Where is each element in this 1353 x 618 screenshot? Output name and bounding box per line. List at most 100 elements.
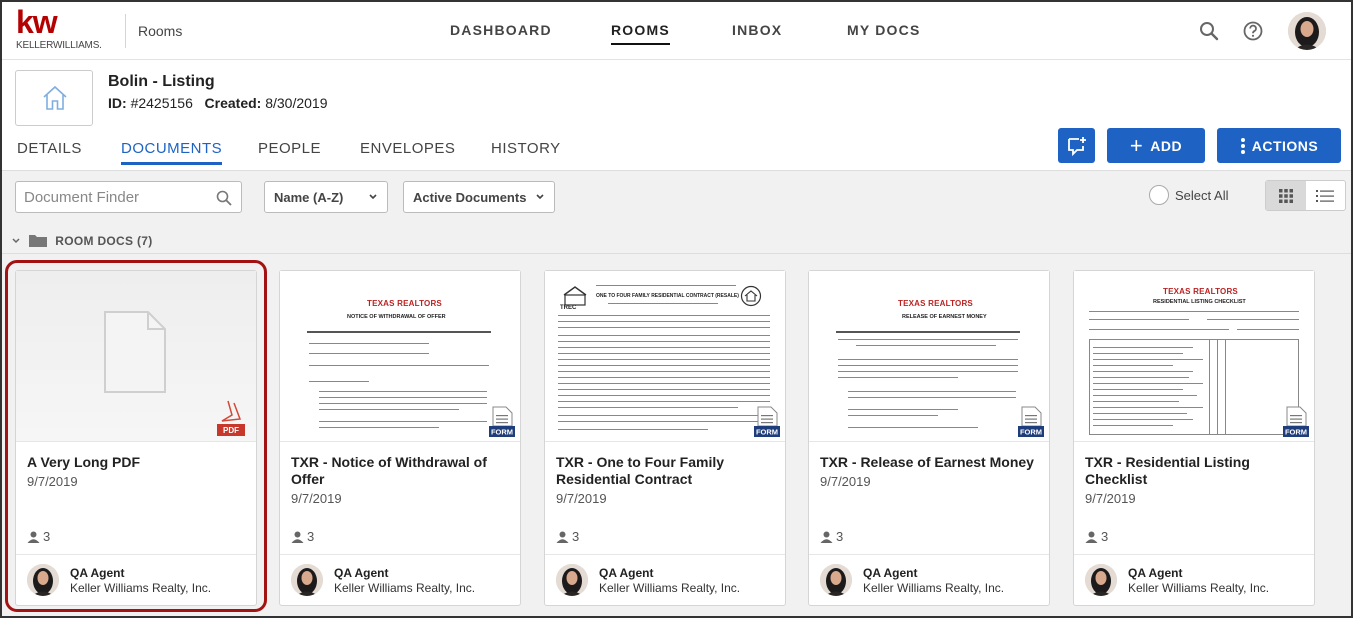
text-line [848, 397, 1016, 398]
tab-history[interactable]: HISTORY [491, 140, 561, 157]
text-line [1089, 319, 1189, 320]
text-line [558, 371, 770, 372]
agent-name: QA Agent [70, 566, 125, 580]
document-title: TXR - Release of Earnest Money [820, 454, 1034, 470]
document-logo-text: TEXAS REALTORS [1163, 287, 1238, 296]
document-preview: TEXAS REALTORS NOTICE OF WITHDRAWAL OF O… [280, 271, 520, 442]
rule [836, 331, 1020, 333]
document-people: 3 [27, 529, 50, 544]
text-line [1093, 395, 1197, 396]
text-line [838, 365, 1018, 366]
document-heading: RELEASE OF EARNEST MONEY [902, 314, 987, 320]
agent-avatar [27, 564, 59, 596]
document-date: 9/7/2019 [1085, 491, 1136, 506]
room-id-label: ID: [108, 95, 127, 111]
document-date: 9/7/2019 [556, 491, 607, 506]
add-button[interactable]: + ADD [1107, 128, 1205, 163]
form-icon: FORM [754, 406, 780, 437]
document-finder-input[interactable] [24, 187, 204, 207]
document-preview: PDF [16, 271, 256, 442]
search-icon[interactable] [1198, 20, 1220, 42]
document-title: A Very Long PDF [27, 454, 141, 470]
document-people: 3 [556, 529, 579, 544]
header-divider [125, 14, 126, 48]
text-line [1093, 413, 1187, 414]
document-people: 3 [1085, 529, 1108, 544]
text-line [558, 429, 708, 430]
document-card[interactable]: TEXAS REALTORS RELEASE OF EARNEST MONEY [808, 270, 1050, 606]
text-line [1093, 365, 1173, 366]
text-line [1089, 329, 1229, 330]
document-owner: QA Agent Keller Williams Realty, Inc. [16, 554, 256, 605]
text-line [558, 347, 770, 348]
sort-dropdown[interactable]: Name (A-Z) [264, 181, 388, 213]
text-line [1093, 419, 1193, 420]
agent-avatar [556, 564, 588, 596]
text-line [1093, 353, 1183, 354]
document-people-count: 3 [1101, 529, 1109, 544]
text-line [558, 407, 738, 408]
text-line [838, 371, 1018, 372]
document-date: 9/7/2019 [27, 474, 78, 489]
room-docs-group-header[interactable]: ROOM DOCS (7) [11, 233, 153, 248]
text-line [608, 303, 718, 304]
actions-button[interactable]: ACTIONS [1217, 128, 1341, 163]
user-avatar[interactable] [1288, 12, 1326, 50]
tab-people[interactable]: PEOPLE [258, 140, 321, 157]
nav-dashboard[interactable]: DASHBOARD [450, 22, 552, 38]
filter-dropdown[interactable]: Active Documents [403, 181, 555, 213]
text-line [319, 409, 459, 410]
top-navigation-bar: kw KELLERWILLIAMS. Rooms DASHBOARD ROOMS… [2, 2, 1351, 60]
tab-details[interactable]: DETAILS [17, 140, 82, 157]
form-icon: FORM [489, 406, 515, 437]
blank-document-icon [104, 311, 166, 393]
nav-my-docs[interactable]: MY DOCS [847, 22, 921, 38]
text-line [848, 409, 958, 410]
tab-documents[interactable]: DOCUMENTS [121, 140, 223, 165]
text-line [558, 377, 770, 378]
text-line [1093, 347, 1193, 348]
keller-williams-logo[interactable]: kw KELLERWILLIAMS. [16, 4, 116, 52]
room-title: Bolin - Listing [108, 73, 215, 90]
agent-company: Keller Williams Realty, Inc. [70, 581, 212, 595]
nav-inbox[interactable]: INBOX [732, 22, 782, 38]
agent-company: Keller Williams Realty, Inc. [599, 581, 741, 595]
text-line [558, 359, 770, 360]
select-all-label[interactable]: Select All [1175, 188, 1228, 203]
select-all-checkbox[interactable] [1149, 185, 1169, 205]
document-logo-text: TEXAS REALTORS [898, 299, 973, 308]
text-line [558, 389, 770, 390]
pdf-badge-label: PDF [223, 426, 239, 435]
document-date: 9/7/2019 [820, 474, 871, 489]
document-owner: QA Agent Keller Williams Realty, Inc. [1074, 554, 1314, 605]
text-line [596, 285, 736, 286]
chat-button[interactable] [1058, 128, 1095, 163]
search-icon[interactable] [215, 189, 233, 207]
text-line [838, 339, 1018, 340]
document-card[interactable]: PDF A Very Long PDF 9/7/2019 3 QA Agent … [15, 270, 257, 606]
text-line [838, 359, 1018, 360]
document-owner: QA Agent Keller Williams Realty, Inc. [280, 554, 520, 605]
document-card[interactable]: TREC ONE TO FOUR FAMILY RESIDENTIAL CONT… [544, 270, 786, 606]
grid-view-button[interactable] [1266, 181, 1306, 210]
text-line [1093, 359, 1203, 360]
text-line [1093, 377, 1189, 378]
list-view-button[interactable] [1306, 181, 1346, 210]
help-icon[interactable] [1242, 20, 1264, 42]
document-card[interactable]: TEXAS REALTORS RESIDENTIAL LISTING CHECK… [1073, 270, 1315, 606]
tab-envelopes[interactable]: ENVELOPES [360, 140, 455, 157]
document-people-count: 3 [572, 529, 580, 544]
text-line [856, 345, 996, 346]
equal-housing-icon [740, 285, 762, 307]
app-window: kw KELLERWILLIAMS. Rooms DASHBOARD ROOMS… [0, 0, 1353, 618]
agent-company: Keller Williams Realty, Inc. [863, 581, 1005, 595]
trec-logo-icon [563, 286, 587, 306]
document-thumbnail: TEXAS REALTORS RELEASE OF EARNEST MONEY [836, 279, 1020, 439]
grid-icon [1278, 188, 1293, 203]
document-people-count: 3 [836, 529, 844, 544]
document-logo-text: TREC [560, 305, 577, 311]
nav-rooms[interactable]: ROOMS [611, 22, 670, 45]
more-vertical-icon [1240, 137, 1245, 154]
document-card[interactable]: TEXAS REALTORS NOTICE OF WITHDRAWAL OF O… [279, 270, 521, 606]
agent-name: QA Agent [1128, 566, 1183, 580]
